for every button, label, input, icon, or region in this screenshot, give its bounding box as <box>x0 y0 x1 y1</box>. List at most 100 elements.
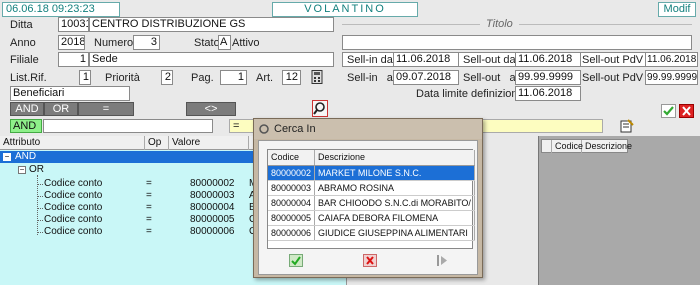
tree-row-attr[interactable]: Codice conto <box>44 190 102 202</box>
col-op[interactable]: Op <box>145 136 169 150</box>
search-icon <box>313 102 325 115</box>
listrif-label: List.Rif. <box>10 72 47 84</box>
col-attributo[interactable]: Attributo <box>0 136 145 150</box>
anno-label: Anno <box>10 37 36 49</box>
collapse-or-icon[interactable]: − <box>18 166 26 174</box>
priorita-label: Priorità <box>105 72 140 84</box>
dialog-row-code: 80000003 <box>268 180 316 196</box>
dialog-ok-button[interactable] <box>289 254 303 267</box>
dialog-titlebar[interactable]: Cerca In <box>254 119 482 139</box>
tree-row-op: = <box>146 178 152 189</box>
sellin-da-label: Sell-in da <box>347 54 393 66</box>
tree-row-value: 80000006 <box>190 226 235 237</box>
numero-label: Numero <box>94 37 134 49</box>
sellout-a-field[interactable]: 99.99.9999 <box>515 70 581 85</box>
dialog-list-row[interactable]: 80000005 CAIAFA DEBORA FILOMENA <box>268 210 475 226</box>
calculator-icon[interactable] <box>311 70 323 84</box>
listrif-field[interactable]: 1 <box>79 70 91 85</box>
sellout-pdv-a-field[interactable]: 99.99.9999 <box>645 70 698 85</box>
dialog-app-icon <box>259 124 269 134</box>
results-grid[interactable] <box>538 136 700 285</box>
numero-field[interactable]: 3 <box>133 35 160 50</box>
tree-row-value: 80000005 <box>190 214 235 225</box>
tree-connector <box>37 220 43 221</box>
tree-row-op: = <box>146 202 152 213</box>
beneficiari-field[interactable]: Beneficiari <box>10 86 130 101</box>
titolo-field[interactable] <box>342 35 692 50</box>
dialog-list-header: Codice Descrizione <box>268 150 475 166</box>
check-icon <box>663 106 674 116</box>
stato-field[interactable]: A <box>218 35 231 50</box>
confirm-button[interactable] <box>661 104 676 118</box>
sellout-da-field[interactable]: 11.06.2018 <box>515 52 581 67</box>
dialog-row-descr: CAIAFA DEBORA FILOMENA <box>314 210 475 226</box>
window-title: VOLANTINO <box>272 2 418 17</box>
cerca-in-dialog: Cerca In Codice Descrizione 80000002 MAR… <box>253 118 483 278</box>
tree-row-value: 80000004 <box>190 202 235 213</box>
ditta-label: Ditta <box>10 19 33 31</box>
dialog-list-row[interactable]: 80000004 BAR CHIOODO S.N.C.di MORABITO/ <box>268 195 475 211</box>
tree-row-attr[interactable]: Codice conto <box>44 214 102 226</box>
dialog-list-row[interactable]: 80000003 ABRAMO ROSINA <box>268 180 475 196</box>
sellout-pdv-da-field[interactable]: 11.06.2018 <box>645 52 698 67</box>
dialog-col-codice[interactable]: Codice <box>268 150 316 166</box>
stato-desc: Attivo <box>232 37 260 49</box>
dialog-row-descr: ABRAMO ROSINA <box>314 180 475 196</box>
results-row-selector <box>542 140 552 154</box>
tree-row-attr[interactable]: Codice conto <box>44 178 102 190</box>
tree-row-attr[interactable]: Codice conto <box>44 202 102 214</box>
mode-indicator: Modif <box>658 2 696 17</box>
sellout-a-label: Sell-out a <box>463 72 516 84</box>
sellin-a-field[interactable]: 09.07.2018 <box>393 70 459 85</box>
results-col-codice[interactable]: Codice <box>552 140 583 154</box>
pag-field[interactable]: 1 <box>220 70 247 85</box>
tree-connector <box>37 232 43 233</box>
ditta-code-field[interactable]: 10031 <box>58 17 89 32</box>
cancel-button[interactable] <box>679 104 694 118</box>
tree-connector <box>37 196 43 197</box>
tree-row-value: 80000002 <box>190 178 235 189</box>
tree-connector <box>37 208 43 209</box>
pag-label: Pag. <box>191 72 214 84</box>
art-field[interactable]: 12 <box>282 70 301 85</box>
dialog-cancel-button[interactable] <box>363 254 377 267</box>
close-icon <box>682 106 691 116</box>
tree-connector <box>37 184 43 185</box>
collapse-icon[interactable]: − <box>3 153 11 161</box>
dialog-row-code: 80000005 <box>268 210 316 226</box>
expr-attribute-field[interactable] <box>43 119 213 133</box>
or-button[interactable]: OR <box>44 102 78 116</box>
dialog-col-descrizione[interactable]: Descrizione <box>314 150 475 166</box>
dialog-body: Codice Descrizione 80000002 MARKET MILON… <box>258 140 478 275</box>
data-limite-field[interactable]: 11.06.2018 <box>515 86 581 101</box>
data-limite-label: Data limite definizione <box>416 88 524 100</box>
tree-row-attr[interactable]: Codice conto <box>44 226 102 238</box>
search-button[interactable] <box>312 100 328 117</box>
dialog-next-button[interactable] <box>436 254 448 267</box>
close-icon <box>363 254 377 267</box>
check-icon <box>289 254 303 267</box>
col-valore[interactable]: Valore <box>169 136 249 150</box>
dialog-list-row-selected[interactable]: 80000002 MARKET MILONE S.N.C. <box>268 165 475 181</box>
datetime-display: 06.06.18 09:23:23 <box>2 2 120 17</box>
dialog-row-descr: MARKET MILONE S.N.C. <box>314 165 475 181</box>
not-equals-button[interactable]: <> <box>186 102 236 116</box>
and-button[interactable]: AND <box>10 102 44 116</box>
ditta-name-field: CENTRO DISTRIBUZIONE GS <box>89 17 334 32</box>
sellin-a-label: Sell-in a <box>347 72 393 84</box>
tree-row-op: = <box>146 226 152 237</box>
dialog-row-code: 80000002 <box>268 165 316 181</box>
results-col-descrizione[interactable]: Descrizione <box>582 140 632 154</box>
dialog-list-row[interactable]: 80000006 GIUDICE GIUSEPPINA ALIMENTARI <box>268 225 475 241</box>
filiale-code-field[interactable]: 1 <box>58 52 89 67</box>
titolo-label: Titolo <box>480 18 519 30</box>
anno-field[interactable]: 2018 <box>58 35 85 50</box>
equals-button[interactable]: = <box>78 102 134 116</box>
edit-note-icon[interactable] <box>620 119 634 133</box>
sellin-da-field[interactable]: 11.06.2018 <box>393 52 459 67</box>
dialog-row-code: 80000004 <box>268 195 316 211</box>
sellout-da-label: Sell-out da <box>463 54 516 66</box>
expr-and-token[interactable]: AND <box>10 119 42 133</box>
priorita-field[interactable]: 2 <box>161 70 173 85</box>
dialog-list[interactable]: Codice Descrizione 80000002 MARKET MILON… <box>267 149 475 249</box>
